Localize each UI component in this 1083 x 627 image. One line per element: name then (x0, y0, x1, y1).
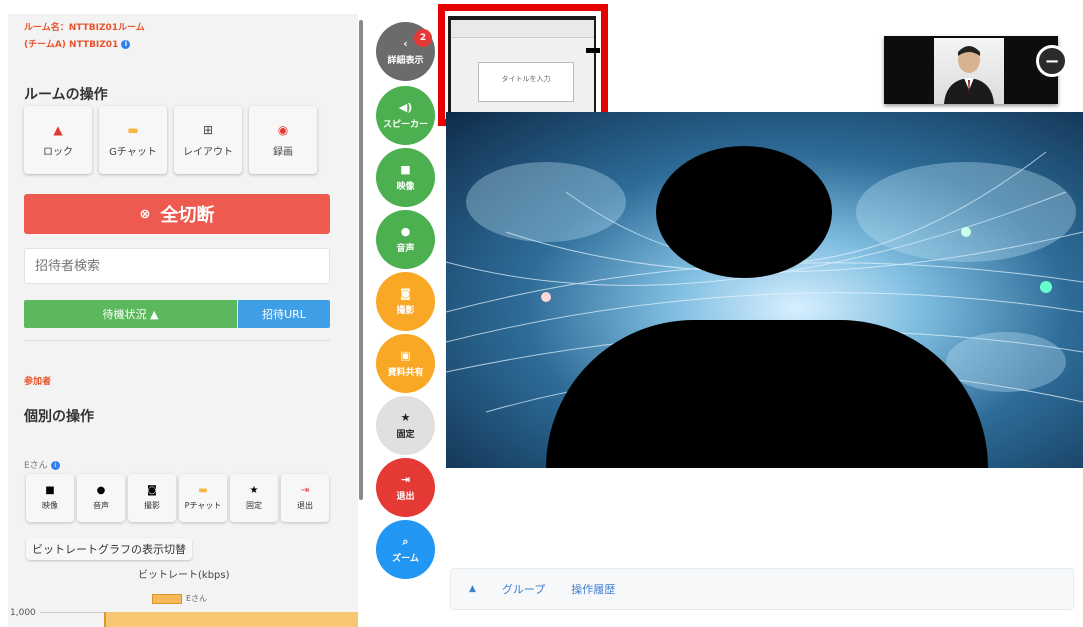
room-info: ルーム名：NTTBIZ01ルーム (チームA) NTTBIZ01 i (24, 20, 145, 54)
invite-url-button[interactable]: 招待URL (238, 300, 330, 328)
chat-icon: ▬ (127, 122, 139, 137)
mic-icon: ● (400, 224, 411, 238)
individual-op-button[interactable]: ⇥ 退出 (281, 474, 329, 522)
room-op-label: ロック (43, 146, 73, 158)
minus-icon: − (1044, 50, 1060, 72)
room-team: (チームA) NTTBIZ01 (24, 40, 119, 50)
wait-status-button[interactable]: 待機状況 ▲ (24, 300, 237, 328)
side-control-label: 資料共有 (387, 367, 424, 378)
side-control-label: スピーカー (382, 119, 428, 130)
participant-entry: Eさん i (24, 458, 60, 471)
side-control-label: ズーム (392, 553, 419, 564)
individual-op-label: 固定 (246, 501, 262, 510)
camera-icon: ◙ (400, 286, 411, 300)
star-icon: ★ (249, 485, 259, 496)
room-op-button[interactable]: ◉ 録画 (249, 106, 317, 174)
side-control-exit[interactable]: ⇥ 退出 (376, 458, 435, 517)
video-icon: ■ (400, 162, 411, 176)
side-control-label: 退出 (396, 491, 415, 502)
room-ops-group: ▲ ロック ▬ Gチャット ⊞ レイアウト ◉ 録画 (24, 106, 317, 174)
lock-icon: ▲ (53, 122, 63, 137)
mic-icon: ● (96, 485, 106, 496)
self-camera-person (934, 38, 1004, 104)
person-figure (944, 46, 994, 104)
participants-label: 参加者 (24, 377, 52, 387)
close-circle-icon: ⊗ (139, 206, 151, 222)
slide-title-placeholder: タイトルを入力 (501, 75, 551, 83)
tab-history[interactable]: 操作履歴 (571, 581, 615, 597)
exit-icon: ⇥ (400, 472, 411, 486)
individual-op-button[interactable]: ■ 映像 (26, 474, 74, 522)
participant-name: Eさん (24, 461, 48, 471)
side-control-video[interactable]: ■ 映像 (376, 148, 435, 207)
video-icon: ■ (45, 485, 55, 496)
disconnect-all-button[interactable]: ⊗ 全切断 (24, 194, 330, 234)
bitrate-graph-title: ビットレート(kbps) (138, 570, 230, 581)
tab-group[interactable]: グループ (502, 581, 545, 597)
star-icon: ★ (400, 410, 411, 424)
legend-label: Eさん (186, 594, 208, 603)
individual-op-button[interactable]: ★ 固定 (230, 474, 278, 522)
invitee-search-input[interactable] (24, 248, 330, 284)
individual-op-label: 音声 (93, 501, 109, 510)
side-control-label: 音声 (396, 243, 415, 254)
individual-op-button[interactable]: ▬ Pチャット (179, 474, 227, 522)
room-op-label: Gチャット (109, 146, 157, 158)
room-op-button[interactable]: ⊞ レイアウト (174, 106, 242, 174)
participant-avatar-head (656, 146, 832, 278)
exit-icon: ⇥ (300, 485, 310, 496)
info-icon[interactable]: i (50, 461, 60, 470)
individual-op-button[interactable]: ● 音声 (77, 474, 125, 522)
room-ops-title: ルームの操作 (24, 87, 108, 103)
speaker-icon: ◀) (398, 100, 413, 114)
zoom-icon: ⌕ (402, 534, 409, 548)
side-control-star[interactable]: ★ 固定 (376, 396, 435, 455)
room-op-button[interactable]: ▬ Gチャット (99, 106, 167, 174)
side-control-share[interactable]: ▣ 資料共有 (376, 334, 435, 393)
camera-icon: ◙ (147, 485, 157, 496)
side-control-speaker[interactable]: ◀) スピーカー (376, 86, 435, 145)
individual-ops-group: ■ 映像 ● 音声 ◙ 撮影 ▬ Pチャット ★ 固定 ⇥ 退出 (26, 474, 329, 522)
individual-op-label: 映像 (42, 501, 58, 510)
individual-ops-title: 個別の操作 (24, 409, 94, 425)
bottom-tab-bar: ▲ グループ 操作履歴 (450, 568, 1074, 610)
share-icon: ▣ (400, 348, 411, 362)
individual-op-label: 撮影 (144, 501, 160, 510)
side-control-mic[interactable]: ● 音声 (376, 210, 435, 269)
room-op-label: レイアウト (183, 146, 233, 158)
chevron-left-icon: ‹ (403, 36, 408, 50)
side-control-label: 固定 (396, 429, 415, 440)
disconnect-label: 全切断 (160, 205, 215, 226)
graph-gridline (40, 612, 104, 613)
y-axis-tick: 1,000 (10, 608, 36, 618)
panel-scrollbar[interactable] (359, 20, 363, 500)
side-control-label: 撮影 (396, 305, 415, 316)
side-control-camera[interactable]: ◙ 撮影 (376, 272, 435, 331)
legend-swatch (152, 593, 182, 604)
presentation-ribbon (451, 20, 594, 38)
side-control-label: 映像 (396, 181, 415, 192)
layout-icon: ⊞ (202, 122, 214, 137)
individual-op-label: Pチャット (184, 501, 222, 510)
notification-badge: 2 (414, 29, 432, 47)
side-control-label: 詳細表示 (387, 55, 424, 66)
individual-op-button[interactable]: ◙ 撮影 (128, 474, 176, 522)
bitrate-toggle-button[interactable]: ビットレートグラフの表示切替 (26, 538, 192, 560)
individual-op-label: 退出 (297, 501, 313, 510)
divider (24, 340, 330, 341)
info-icon[interactable]: i (121, 40, 131, 49)
room-op-button[interactable]: ▲ ロック (24, 106, 92, 174)
chat-icon: ▬ (198, 485, 208, 496)
minimize-button[interactable]: − (1036, 45, 1068, 77)
bitrate-graph-area (104, 612, 358, 627)
side-control-zoom[interactable]: ⌕ ズーム (376, 520, 435, 579)
room-name: ルーム名：NTTBIZ01ルーム (24, 23, 145, 33)
room-op-label: 録画 (273, 146, 293, 158)
thumbnail-handle[interactable] (586, 48, 600, 53)
app-root: ルーム名：NTTBIZ01ルーム (チームA) NTTBIZ01 i ルームの操… (0, 0, 1083, 627)
chevron-up-icon[interactable]: ▲ (469, 584, 476, 594)
bitrate-legend: Eさん (152, 593, 207, 604)
record-icon: ◉ (277, 122, 289, 137)
